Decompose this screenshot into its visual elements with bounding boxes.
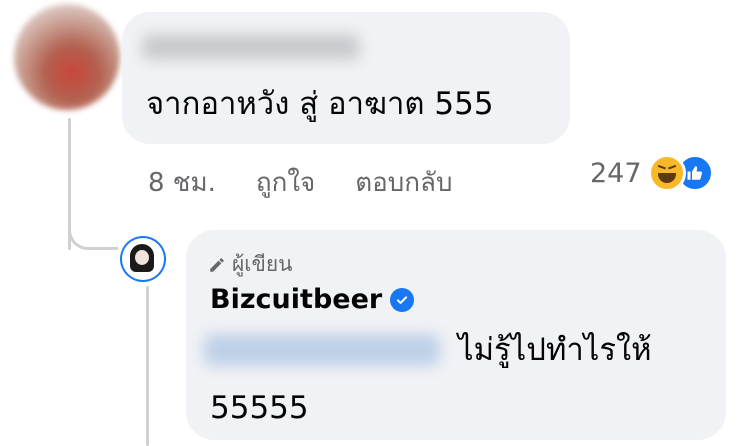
reply-thread-line: [146, 286, 149, 446]
haha-icon: [647, 154, 686, 192]
commenter-avatar[interactable]: [14, 4, 120, 110]
commenter-name-blurred[interactable]: [142, 34, 360, 60]
reply-header: Bizcuitbeer: [210, 284, 415, 315]
thread-connector: [68, 204, 118, 250]
comment-text: จากอาหวัง สู่ อาฆาต 555: [146, 86, 494, 122]
reply-button[interactable]: ตอบกลับ: [355, 166, 452, 200]
reaction-summary[interactable]: 247: [590, 154, 714, 192]
comment-timestamp[interactable]: 8 ชม.: [148, 166, 216, 200]
mention-tag-blurred[interactable]: [204, 334, 440, 366]
reply-bubble: ผู้เขียน Bizcuitbeer ไม่รู้ไปทำไรให้ 555…: [186, 230, 726, 440]
comment-actions: 8 ชม. ถูกใจ ตอบกลับ: [148, 166, 452, 200]
author-badge: ผู้เขียน: [208, 248, 293, 281]
like-button[interactable]: ถูกใจ: [256, 166, 315, 200]
reaction-count: 247: [590, 157, 642, 189]
author-avatar[interactable]: [120, 236, 166, 282]
verified-icon: [390, 287, 415, 312]
reply-text: ไม่รู้ไปทำไรให้: [458, 332, 652, 368]
author-badge-label: ผู้เขียน: [232, 252, 293, 276]
comment-bubble: จากอาหวัง สู่ อาฆาต 555: [122, 12, 570, 144]
reply-text-continued: 55555: [210, 390, 309, 426]
pencil-icon: [210, 257, 224, 272]
reply-author-name[interactable]: Bizcuitbeer: [210, 284, 382, 315]
